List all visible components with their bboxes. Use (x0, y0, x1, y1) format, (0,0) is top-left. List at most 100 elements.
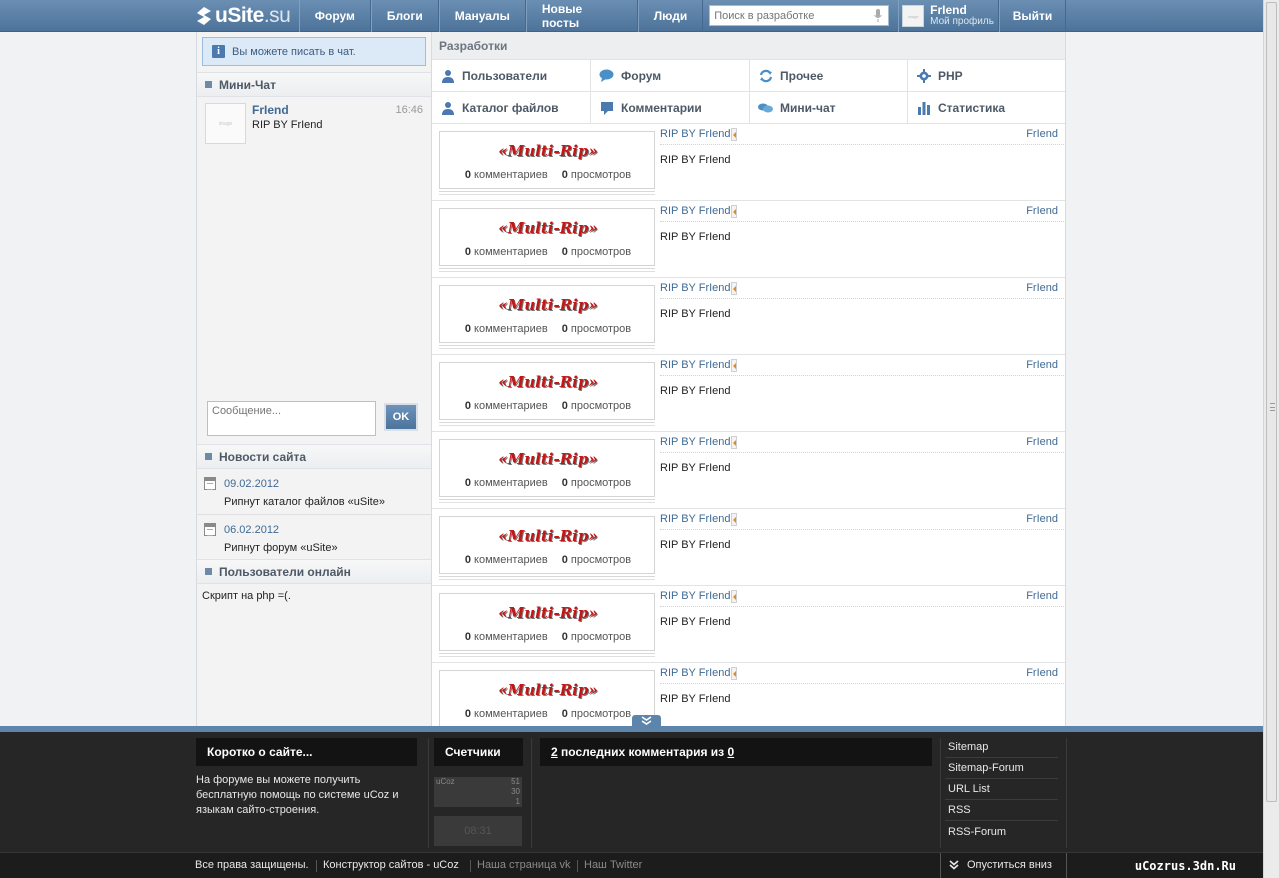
category-users[interactable]: Пользователи (432, 60, 591, 92)
news-date[interactable]: 09.02.2012 (224, 478, 279, 490)
entry-title-link[interactable]: RIP BY FrIend (660, 128, 731, 140)
category-statistics[interactable]: Статистика (908, 92, 1065, 124)
entry-title-link[interactable]: RIP BY FrIend (660, 282, 731, 294)
footer-link-sitemap[interactable]: Sitemap (945, 737, 1058, 758)
entry-title-link[interactable]: RIP BY FrIend (660, 205, 731, 217)
profile-link[interactable]: Мой профиль (930, 16, 994, 28)
entry-thumbnail[interactable]: «Multi-Rip» 0 комментариев 0 просмотров (439, 439, 655, 497)
category-php[interactable]: PHP (908, 60, 1065, 92)
search-input[interactable] (710, 6, 871, 25)
vk-link[interactable]: Наша страница vk (477, 859, 571, 871)
entry-thumbnail[interactable]: «Multi-Rip» 0 комментариев 0 просмотров (439, 516, 655, 574)
calendar-icon (204, 523, 216, 536)
chat-avatar[interactable]: image (205, 103, 246, 144)
entry-thumbnail[interactable]: «Multi-Rip» 0 комментариев 0 просмотров (439, 208, 655, 266)
entry-arrow-icon (731, 205, 737, 218)
entry-thumbnail[interactable]: «Multi-Rip» 0 комментариев 0 просмотров (439, 593, 655, 651)
nav-manuals[interactable]: Мануалы (438, 0, 526, 32)
entry-row: «Multi-Rip» 0 комментариев 0 просмотров RIP… (432, 278, 1065, 355)
views-count: 0 (561, 400, 568, 412)
nav-blogs[interactable]: Блоги (370, 0, 439, 32)
entry-author-link[interactable]: FrIend (1026, 282, 1058, 294)
entry-title-link[interactable]: RIP BY FrIend (660, 590, 731, 602)
entry-author-link[interactable]: FrIend (1026, 128, 1058, 140)
scroll-down-link[interactable]: Опуститься вниз (949, 859, 1052, 871)
news-text: Рипнут форум «uSite» (224, 542, 338, 554)
entry-thumbnail[interactable]: «Multi-Rip» 0 комментариев 0 просмотров (439, 285, 655, 343)
footer-link-rss[interactable]: RSS (945, 800, 1058, 821)
bar-chart-icon (916, 100, 931, 115)
main-container: i Вы можете писать в чат. Мини-Чат image… (196, 32, 1066, 726)
profile-menu[interactable]: image FrIend Мой профиль (898, 0, 999, 32)
page-scrollbar[interactable] (1263, 0, 1279, 878)
news-date[interactable]: 06.02.2012 (224, 524, 279, 536)
entry-stats: 0 комментариев 0 просмотров (440, 708, 656, 720)
banner-text: «Multi-Rip» (498, 527, 598, 545)
entry-title-link[interactable]: RIP BY FrIend (660, 436, 731, 448)
about-text: На форуме вы можете получить бесплатную … (196, 774, 399, 816)
comments-count: 0 (464, 169, 471, 181)
entry-author-link[interactable]: FrIend (1026, 667, 1058, 679)
counter-widget[interactable]: uCoz 51 30 1 (434, 777, 522, 807)
notice-text: Вы можете писать в чат. (232, 45, 356, 58)
bottom-separator (940, 853, 941, 878)
copyright-text: Все права защищены. (195, 859, 309, 871)
banner-text: «Multi-Rip» (498, 681, 598, 699)
chat-text: RIP BY FrIend (252, 119, 323, 131)
entry-author-link[interactable]: FrIend (1026, 590, 1058, 602)
entry-author-link[interactable]: FrIend (1026, 359, 1058, 371)
entry-author-link[interactable]: FrIend (1026, 205, 1058, 217)
banner-text: «Multi-Rip» (498, 296, 598, 314)
comments-count: 0 (464, 554, 471, 566)
banner-text: «Multi-Rip» (498, 373, 598, 391)
scrollbar-thumb[interactable] (1266, 2, 1277, 802)
comments-count[interactable]: 2 (551, 745, 558, 759)
entry-thumbnail[interactable]: «Multi-Rip» 0 комментариев 0 просмотров (439, 362, 655, 420)
microphone-icon[interactable] (874, 9, 883, 22)
logo-icon (196, 7, 212, 25)
chat-message: image FrIend 16:46 RIP BY FrIend (197, 97, 431, 152)
entry-description: RIP BY FrIend (660, 616, 731, 628)
entry-thumbnail[interactable]: «Multi-Rip» 0 комментариев 0 просмотров (439, 670, 655, 726)
left-sidebar: i Вы можете писать в чат. Мини-Чат image… (197, 32, 432, 726)
chat-author[interactable]: FrIend (252, 103, 289, 117)
entry-title-link[interactable]: RIP BY FrIend (660, 359, 731, 371)
logout-button[interactable]: Выйти (999, 0, 1066, 32)
views-count: 0 (561, 323, 568, 335)
counter-value: 51 (511, 777, 520, 786)
comments-count: 0 (464, 323, 471, 335)
comments-total[interactable]: 0 (727, 745, 734, 759)
site-logo[interactable]: uSite .su (196, 0, 299, 32)
category-label: Статистика (938, 100, 1006, 115)
category-file-catalog[interactable]: Каталог файлов (432, 92, 591, 124)
double-chevron-down-icon (949, 860, 959, 870)
category-label: Мини-чат (780, 100, 836, 115)
entry-arrow-icon (731, 436, 737, 449)
entry-title-link[interactable]: RIP BY FrIend (660, 667, 731, 679)
entry-title-link[interactable]: RIP BY FrIend (660, 513, 731, 525)
entry-author-link[interactable]: FrIend (1026, 513, 1058, 525)
entry-row: «Multi-Rip» 0 комментариев 0 просмотров RIP… (432, 201, 1065, 278)
entry-author-link[interactable]: FrIend (1026, 436, 1058, 448)
category-forum[interactable]: Форум (591, 60, 750, 92)
nav-forum[interactable]: Форум (298, 0, 371, 32)
counter-clock-widget[interactable]: 08:31 (434, 816, 522, 846)
chat-message-input[interactable] (207, 401, 376, 436)
news-item: 09.02.2012 Рипнут каталог файлов «uSite» (197, 469, 431, 515)
category-minichat[interactable]: Мини-чат (750, 92, 908, 124)
nav-people[interactable]: Люди (637, 0, 704, 32)
entry-arrow-icon (731, 667, 737, 680)
category-comments[interactable]: Комментарии (591, 92, 750, 124)
twitter-link[interactable]: Наш Twitter (584, 859, 642, 871)
entry-description: RIP BY FrIend (660, 154, 731, 166)
entries-list: «Multi-Rip» 0 комментариев 0 просмотров RIP… (432, 124, 1065, 726)
nav-new-posts[interactable]: Новые посты (525, 0, 638, 32)
ucoz-link[interactable]: Конструктор сайтов - uCoz (323, 859, 459, 871)
entry-thumbnail[interactable]: «Multi-Rip» 0 комментариев 0 просмотров (439, 131, 655, 189)
chat-send-button[interactable]: OK (384, 403, 418, 431)
footer-link-rss-forum[interactable]: RSS-Forum (945, 821, 1058, 842)
footer-link-url-list[interactable]: URL List (945, 779, 1058, 800)
views-count: 0 (561, 631, 568, 643)
footer-link-sitemap-forum[interactable]: Sitemap-Forum (945, 758, 1058, 779)
category-other[interactable]: Прочее (750, 60, 908, 92)
